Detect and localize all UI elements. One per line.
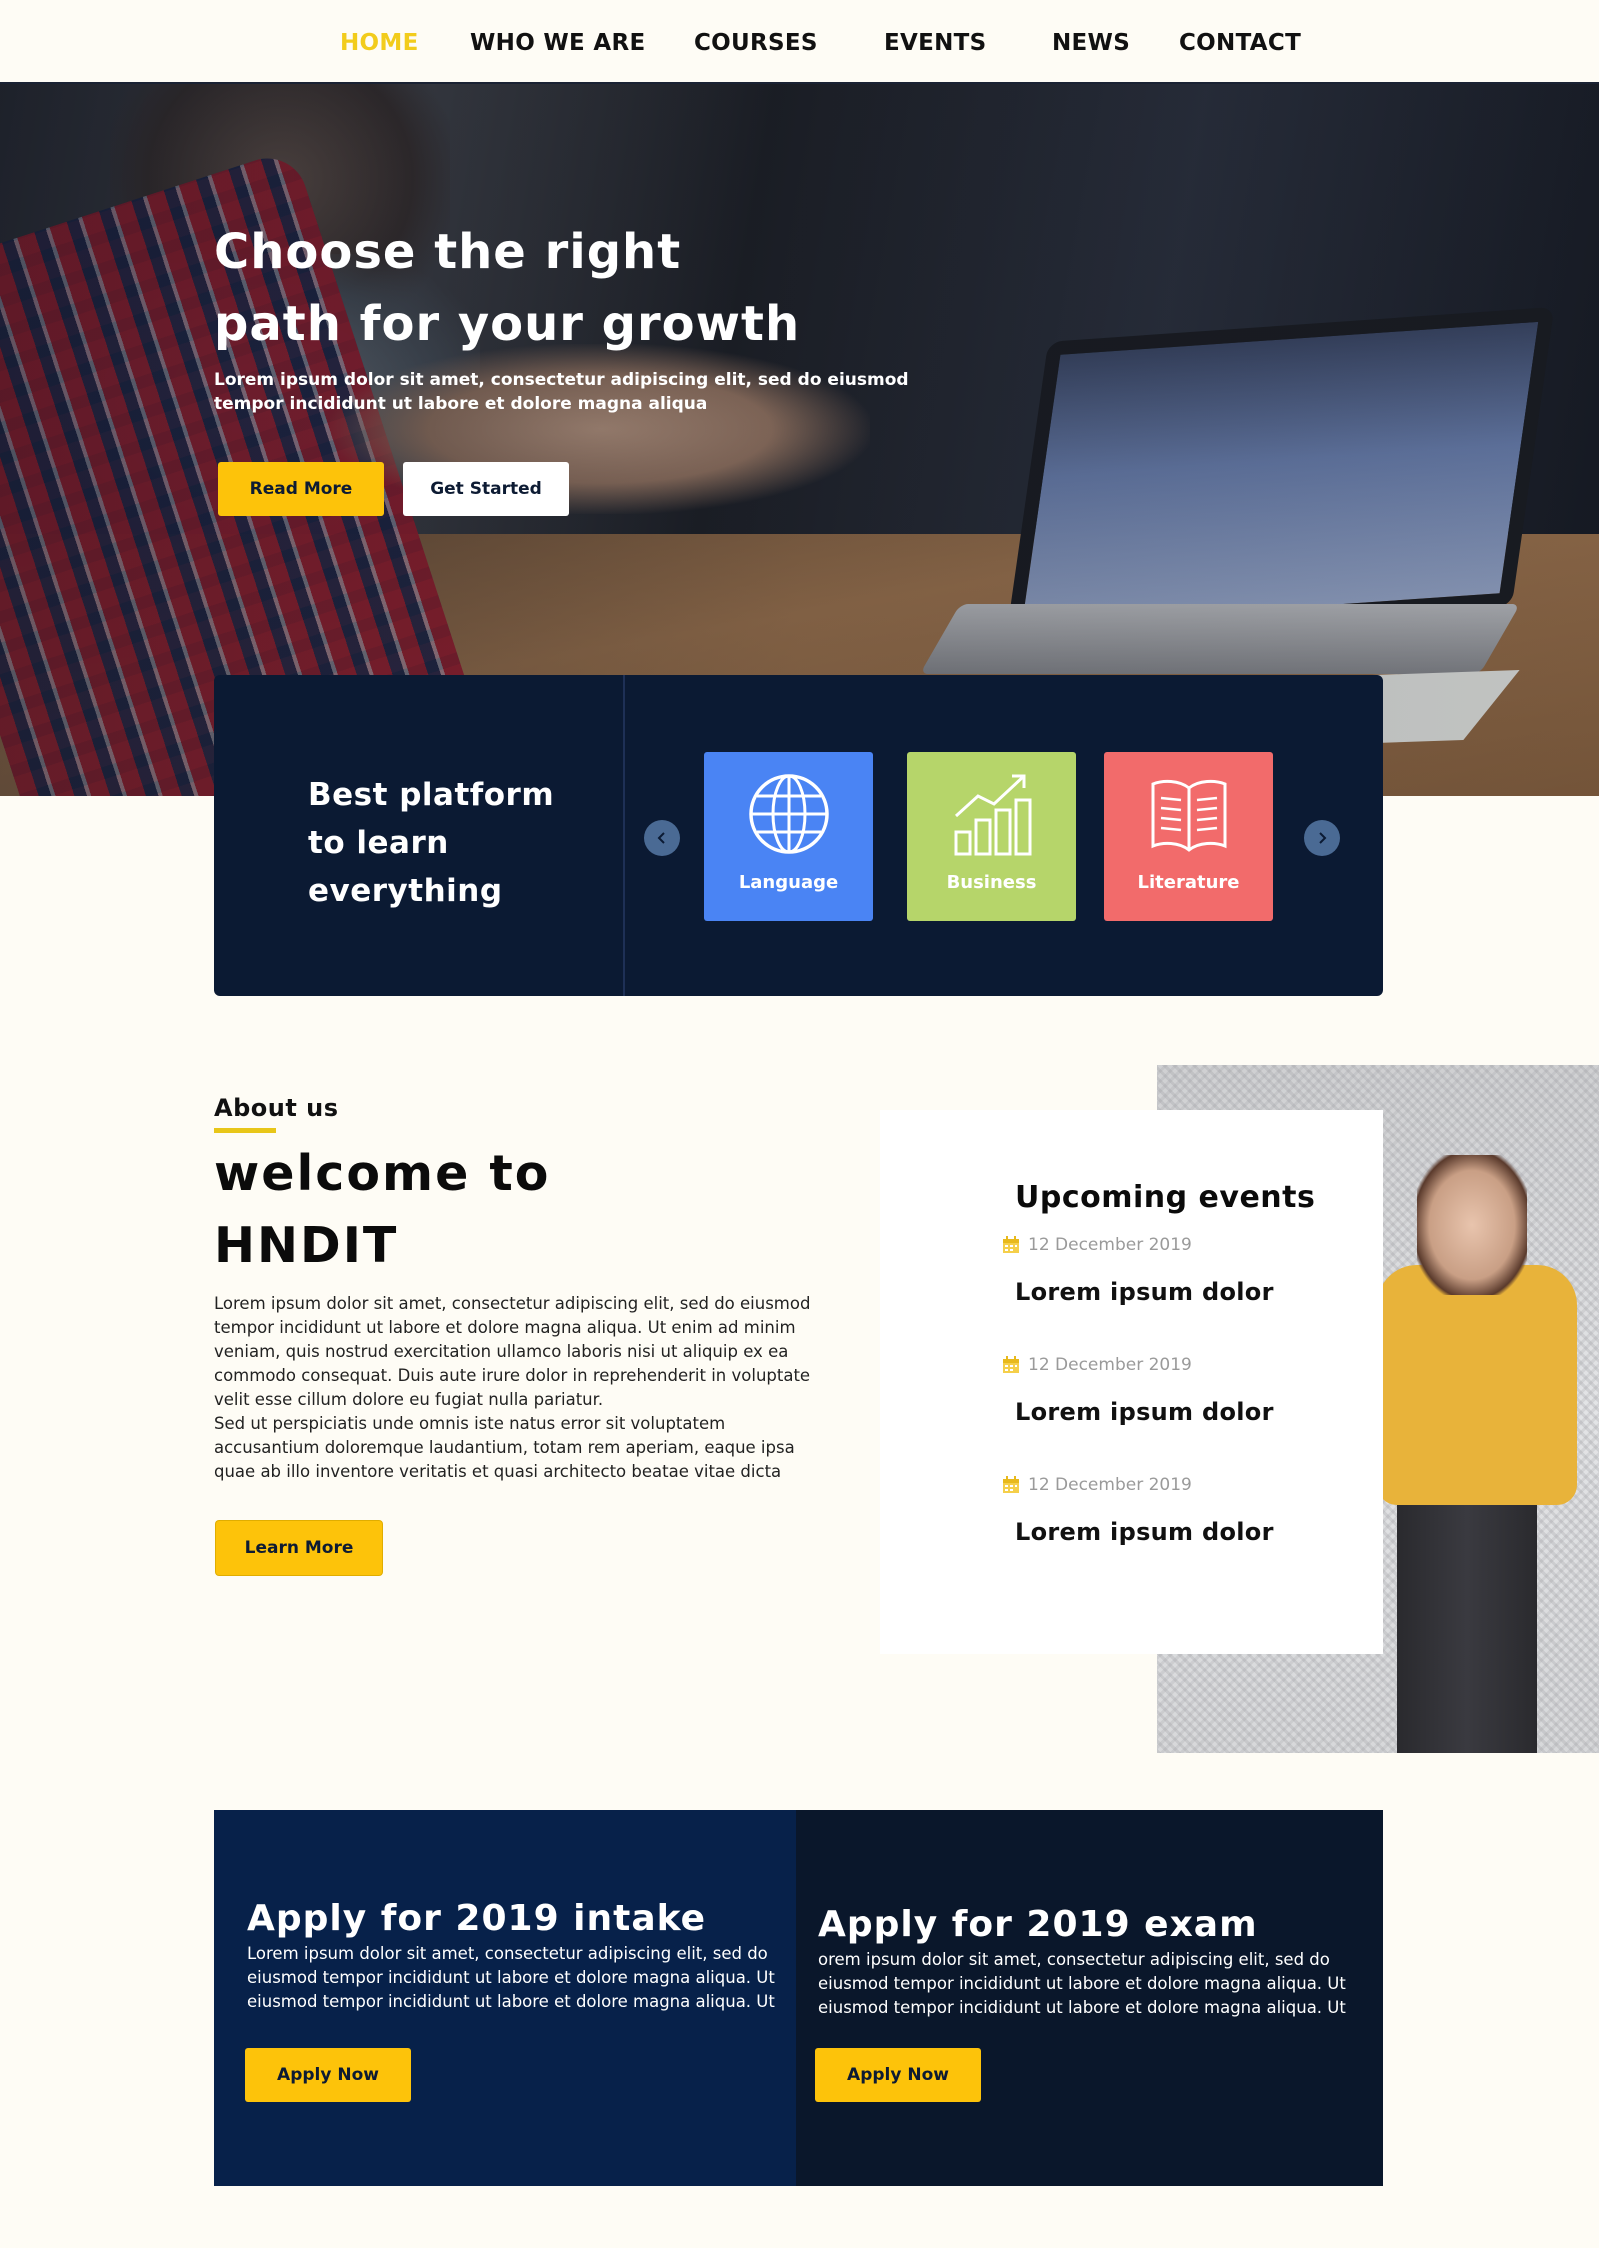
upcoming-events-card: Upcoming events 12 December 2019 Lorem i… (880, 1110, 1383, 1654)
calendar-icon (1003, 1356, 1019, 1373)
about-paragraph: Sed ut perspiciatis unde omnis iste natu… (214, 1414, 795, 1481)
nav-home[interactable]: HOME (340, 30, 419, 56)
carousel-prev-button[interactable] (644, 820, 680, 856)
calendar-icon (1003, 1476, 1019, 1493)
event-title[interactable]: Lorem ipsum dolor (1015, 1518, 1274, 1546)
globe-icon (748, 774, 829, 854)
about-paragraph: Lorem ipsum dolor sit amet, consectetur … (214, 1294, 811, 1409)
category-tile-label: Literature (1137, 872, 1240, 893)
about-text: Lorem ipsum dolor sit amet, consectetur … (214, 1292, 814, 1484)
category-tile-business[interactable]: Business (907, 752, 1076, 921)
student-photo-shirt (1377, 1265, 1577, 1505)
apply-exam-panel: Apply for 2019 exam orem ipsum dolor sit… (796, 1810, 1383, 2186)
event-date: 12 December 2019 (1002, 1475, 1192, 1495)
learn-more-button[interactable]: Learn More (216, 1521, 382, 1575)
read-more-button[interactable]: Read More (218, 462, 384, 516)
categories-title: Best platform to learn everything (308, 771, 588, 915)
carousel-next-button[interactable] (1304, 820, 1340, 856)
about-label: About us (214, 1094, 339, 1122)
apply-intake-title: Apply for 2019 intake (247, 1898, 707, 1939)
student-photo-head (1417, 1155, 1527, 1295)
about-title-line1: welcome to (214, 1145, 551, 1202)
event-title[interactable]: Lorem ipsum dolor (1015, 1278, 1274, 1306)
bar-chart-icon (954, 774, 1031, 856)
nav-who-we-are[interactable]: WHO WE ARE (470, 30, 646, 56)
nav-events[interactable]: EVENTS (884, 30, 987, 56)
event-date: 12 December 2019 (1002, 1355, 1192, 1375)
hero-subtitle-line1: Lorem ipsum dolor sit amet, consectetur … (214, 370, 909, 390)
apply-intake-text: Lorem ipsum dolor sit amet, consectetur … (247, 1944, 775, 2011)
student-photo-jeans (1397, 1495, 1537, 1753)
hero-subtitle: Lorem ipsum dolor sit amet, consectetur … (214, 368, 934, 416)
event-date: 12 December 2019 (1002, 1235, 1192, 1255)
hero-title-line2: path for your growth (214, 296, 801, 352)
categories-title-line1: Best platform (308, 777, 555, 813)
hero-title: Choose the right path for your growth (214, 216, 914, 360)
nav-courses[interactable]: COURSES (694, 30, 818, 56)
categories-title-line2: to learn (308, 825, 449, 861)
apply-exam-title: Apply for 2019 exam (818, 1904, 1258, 1945)
category-tile-label: Business (946, 872, 1037, 893)
book-icon (1151, 779, 1226, 852)
nav-news[interactable]: NEWS (1052, 30, 1130, 56)
events-title: Upcoming events (1015, 1180, 1316, 1215)
categories-panel: Best platform to learn everything Langua… (214, 675, 1383, 996)
about-title-line2: HNDIT (214, 1217, 399, 1274)
get-started-button[interactable]: Get Started (403, 462, 569, 516)
categories-title-line3: everything (308, 873, 503, 909)
apply-intake-button[interactable]: Apply Now (245, 2048, 411, 2102)
apply-exam-button[interactable]: Apply Now (815, 2048, 981, 2102)
apply-intake-panel: Apply for 2019 intake Lorem ipsum dolor … (214, 1810, 796, 2186)
chevron-left-icon (657, 832, 665, 844)
event-date-text: 12 December 2019 (1028, 1235, 1192, 1255)
hero-subtitle-line2: tempor incididunt ut labore et dolore ma… (214, 394, 708, 414)
category-tile-label: Language (738, 872, 839, 893)
calendar-icon (1003, 1236, 1019, 1253)
nav-contact[interactable]: CONTACT (1179, 30, 1301, 56)
hero-title-line1: Choose the right (214, 224, 682, 280)
about-title: welcome to HNDIT (214, 1138, 814, 1282)
event-date-text: 12 December 2019 (1028, 1355, 1192, 1375)
about-underline (214, 1128, 276, 1133)
top-navigation: HOME WHO WE ARE COURSES EVENTS NEWS CONT… (0, 0, 1599, 84)
category-tile-literature[interactable]: Literature (1104, 752, 1273, 921)
apply-exam-text: orem ipsum dolor sit amet, consectetur a… (818, 1950, 1346, 2017)
event-title[interactable]: Lorem ipsum dolor (1015, 1398, 1274, 1426)
panel-divider (623, 675, 625, 996)
category-tile-language[interactable]: Language (704, 752, 873, 921)
chevron-right-icon (1319, 832, 1327, 844)
event-date-text: 12 December 2019 (1028, 1475, 1192, 1495)
